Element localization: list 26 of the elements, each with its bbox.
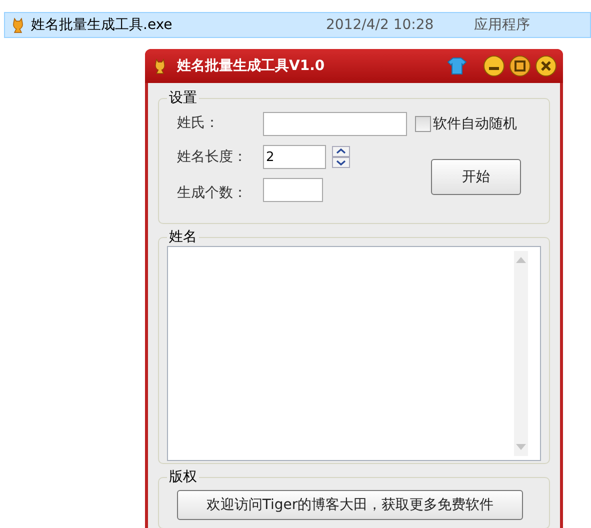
field-label: 生成个数： (177, 184, 248, 203)
file-name: 姓名批量生成工具.exe (31, 16, 174, 34)
maximize-button[interactable] (509, 55, 531, 77)
start-button[interactable]: 开始 (431, 159, 521, 195)
blog-link-button[interactable]: 欢迎访问Tiger的博客大田，获取更多免费软件 (177, 490, 523, 520)
minimize-button[interactable] (483, 55, 505, 77)
length-field[interactable]: 2 (263, 145, 326, 169)
window-title: 姓名批量生成工具V1.0 (177, 57, 325, 75)
shirt-icon[interactable] (447, 56, 467, 76)
group-title: 姓名 (168, 228, 198, 246)
scroll-down-icon[interactable] (516, 444, 526, 450)
surname-field[interactable] (263, 112, 407, 136)
checkbox[interactable] (415, 116, 431, 132)
group-title: 设置 (168, 89, 198, 107)
group-title: 版权 (168, 468, 198, 486)
count-field[interactable] (263, 178, 323, 202)
file-type: 应用程序 (474, 16, 530, 34)
field-label: 姓名长度： (177, 148, 248, 167)
file-row[interactable]: 姓名批量生成工具.exe 2012/4/2 10:28 应用程序 (4, 12, 591, 38)
scrollbar[interactable] (514, 251, 528, 456)
auto-random-checkbox[interactable]: 软件自动随机 (415, 115, 517, 133)
field-label: 姓氏： (177, 114, 220, 133)
scroll-up-icon[interactable] (516, 257, 526, 263)
file-date: 2012/4/2 10:28 (326, 17, 435, 33)
spin-buttons-icon[interactable] (332, 146, 350, 168)
close-button[interactable] (535, 55, 557, 77)
